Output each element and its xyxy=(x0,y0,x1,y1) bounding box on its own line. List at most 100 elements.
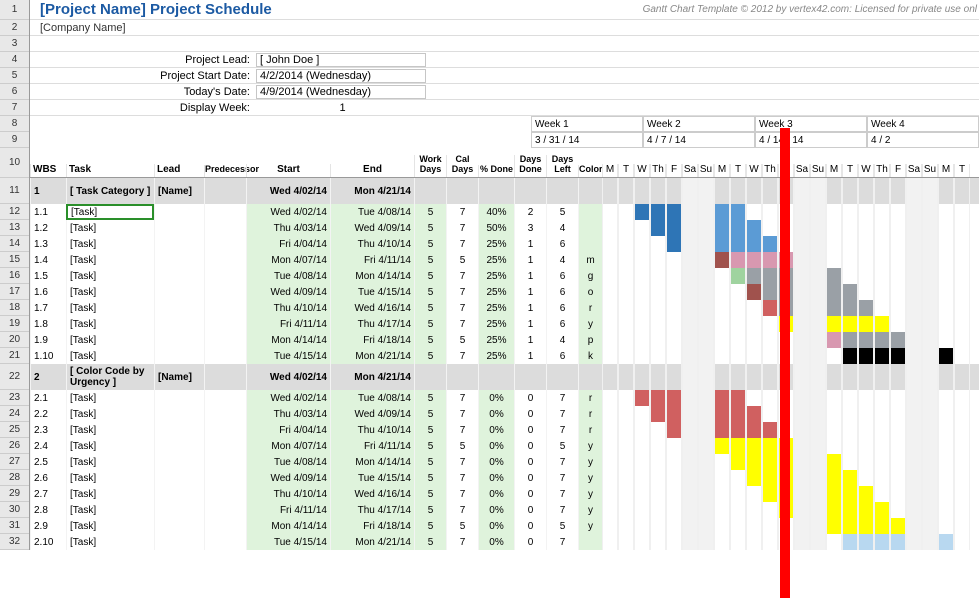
predecessor-cell[interactable] xyxy=(204,390,246,406)
cal-days-cell[interactable]: 7 xyxy=(446,406,478,422)
start-cell[interactable]: Fri 4/11/14 xyxy=(246,316,330,332)
lead-cell[interactable] xyxy=(154,390,204,406)
task-row[interactable]: 1.7[Task]Thu 4/10/14Wed 4/16/145725%16r xyxy=(30,300,979,316)
task-row[interactable]: 2.2[Task]Thu 4/03/14Wed 4/09/14570%07r xyxy=(30,406,979,422)
pct-done-cell[interactable]: 40% xyxy=(478,204,514,220)
row-number[interactable]: 18 xyxy=(0,300,29,316)
pct-done-cell[interactable]: 25% xyxy=(478,332,514,348)
task-cell[interactable]: [Task] xyxy=(66,300,154,316)
end-cell[interactable]: Mon 4/14/14 xyxy=(330,454,414,470)
task-cell[interactable]: [Task] xyxy=(66,406,154,422)
days-done-cell[interactable]: 0 xyxy=(514,438,546,454)
color-cell[interactable]: r xyxy=(578,390,602,406)
wbs-cell[interactable]: 2.6 xyxy=(30,470,66,486)
task-row[interactable]: 1.4[Task]Mon 4/07/14Fri 4/11/145525%14m xyxy=(30,252,979,268)
col-color[interactable]: Color xyxy=(578,165,602,177)
cal-days-cell[interactable]: 5 xyxy=(446,252,478,268)
days-left-cell[interactable]: 7 xyxy=(546,470,578,486)
row-number[interactable]: 31 xyxy=(0,518,29,534)
row-number[interactable]: 29 xyxy=(0,486,29,502)
start-cell[interactable]: Wed 4/02/14 xyxy=(246,390,330,406)
color-cell[interactable] xyxy=(578,220,602,236)
row-number[interactable]: 5 xyxy=(0,68,29,84)
pct-done-cell[interactable]: 0% xyxy=(478,502,514,518)
start-cell[interactable]: Tue 4/08/14 xyxy=(246,268,330,284)
color-cell[interactable]: g xyxy=(578,268,602,284)
predecessor-cell[interactable] xyxy=(204,284,246,300)
cal-days-cell[interactable]: 7 xyxy=(446,316,478,332)
days-left-cell[interactable]: 5 xyxy=(546,518,578,534)
col-pct-done[interactable]: % Done xyxy=(478,165,514,177)
row-number[interactable]: 25 xyxy=(0,422,29,438)
lead-cell[interactable] xyxy=(154,220,204,236)
row-number[interactable]: 6 xyxy=(0,84,29,100)
wbs-cell[interactable]: 2.1 xyxy=(30,390,66,406)
col-end[interactable]: End xyxy=(330,164,414,177)
days-left-cell[interactable] xyxy=(546,178,578,204)
wbs-cell[interactable]: 2.7 xyxy=(30,486,66,502)
task-cell[interactable]: [Task] xyxy=(66,284,154,300)
days-left-cell[interactable] xyxy=(546,364,578,390)
row-number[interactable]: 9 xyxy=(0,132,29,148)
row-number[interactable]: 20 xyxy=(0,332,29,348)
days-done-cell[interactable]: 0 xyxy=(514,518,546,534)
color-cell[interactable]: y xyxy=(578,316,602,332)
days-left-cell[interactable]: 4 xyxy=(546,332,578,348)
days-done-cell[interactable]: 0 xyxy=(514,390,546,406)
cal-days-cell[interactable]: 7 xyxy=(446,502,478,518)
task-cell[interactable]: [Task] xyxy=(66,486,154,502)
project-title[interactable]: [Project Name] Project Schedule xyxy=(30,1,272,18)
row-number[interactable]: 28 xyxy=(0,470,29,486)
cal-days-cell[interactable]: 7 xyxy=(446,220,478,236)
work-days-cell[interactable]: 5 xyxy=(414,518,446,534)
col-predecessor[interactable]: Predecessor xyxy=(204,165,246,177)
predecessor-cell[interactable] xyxy=(204,518,246,534)
work-days-cell[interactable]: 5 xyxy=(414,390,446,406)
work-days-cell[interactable]: 5 xyxy=(414,502,446,518)
cal-days-cell[interactable]: 5 xyxy=(446,438,478,454)
cal-days-cell[interactable]: 7 xyxy=(446,534,478,550)
wbs-cell[interactable]: 2.10 xyxy=(30,534,66,550)
row-number[interactable]: 12 xyxy=(0,204,29,220)
row-number[interactable]: 2 xyxy=(0,20,29,36)
end-cell[interactable]: Fri 4/11/14 xyxy=(330,438,414,454)
days-done-cell[interactable]: 0 xyxy=(514,422,546,438)
task-row[interactable]: 2.10[Task]Tue 4/15/14Mon 4/21/14570%07 xyxy=(30,534,979,550)
start-cell[interactable]: Thu 4/10/14 xyxy=(246,486,330,502)
work-days-cell[interactable] xyxy=(414,178,446,204)
category-row[interactable]: 1[ Task Category ][Name]Wed 4/02/14Mon 4… xyxy=(30,178,979,204)
lead-cell[interactable] xyxy=(154,422,204,438)
wbs-cell[interactable]: 1.2 xyxy=(30,220,66,236)
task-row[interactable]: 1.6[Task]Wed 4/09/14Tue 4/15/145725%16o xyxy=(30,284,979,300)
lead-cell[interactable] xyxy=(154,268,204,284)
task-cell[interactable]: [Task] xyxy=(66,332,154,348)
task-row[interactable]: 1.1[Task]Wed 4/02/14Tue 4/08/145740%25 xyxy=(30,204,979,220)
task-row[interactable]: 2.8[Task]Fri 4/11/14Thu 4/17/14570%07y xyxy=(30,502,979,518)
days-left-cell[interactable]: 6 xyxy=(546,348,578,364)
pct-done-cell[interactable]: 0% xyxy=(478,406,514,422)
color-cell[interactable] xyxy=(578,236,602,252)
cal-days-cell[interactable]: 7 xyxy=(446,348,478,364)
row-number[interactable]: 8 xyxy=(0,116,29,132)
color-cell[interactable]: y xyxy=(578,502,602,518)
start-cell[interactable]: Tue 4/15/14 xyxy=(246,348,330,364)
pct-done-cell[interactable]: 0% xyxy=(478,390,514,406)
days-done-cell[interactable]: 1 xyxy=(514,300,546,316)
start-cell[interactable]: Fri 4/04/14 xyxy=(246,236,330,252)
task-row[interactable]: 1.8[Task]Fri 4/11/14Thu 4/17/145725%16y xyxy=(30,316,979,332)
task-row[interactable]: 2.5[Task]Tue 4/08/14Mon 4/14/14570%07y xyxy=(30,454,979,470)
lead-cell[interactable] xyxy=(154,486,204,502)
lead-cell[interactable]: [Name] xyxy=(154,178,204,204)
row-number[interactable]: 32 xyxy=(0,534,29,550)
row-number[interactable]: 13 xyxy=(0,220,29,236)
category-row[interactable]: 2[ Color Code by Urgency ][Name]Wed 4/02… xyxy=(30,364,979,390)
start-cell[interactable]: Thu 4/03/14 xyxy=(246,220,330,236)
row-number[interactable]: 19 xyxy=(0,316,29,332)
cal-days-cell[interactable]: 7 xyxy=(446,268,478,284)
wbs-cell[interactable]: 2.5 xyxy=(30,454,66,470)
days-left-cell[interactable]: 7 xyxy=(546,502,578,518)
task-row[interactable]: 2.9[Task]Mon 4/14/14Fri 4/18/14550%05y xyxy=(30,518,979,534)
end-cell[interactable]: Tue 4/08/14 xyxy=(330,204,414,220)
work-days-cell[interactable] xyxy=(414,364,446,390)
days-done-cell[interactable]: 1 xyxy=(514,252,546,268)
